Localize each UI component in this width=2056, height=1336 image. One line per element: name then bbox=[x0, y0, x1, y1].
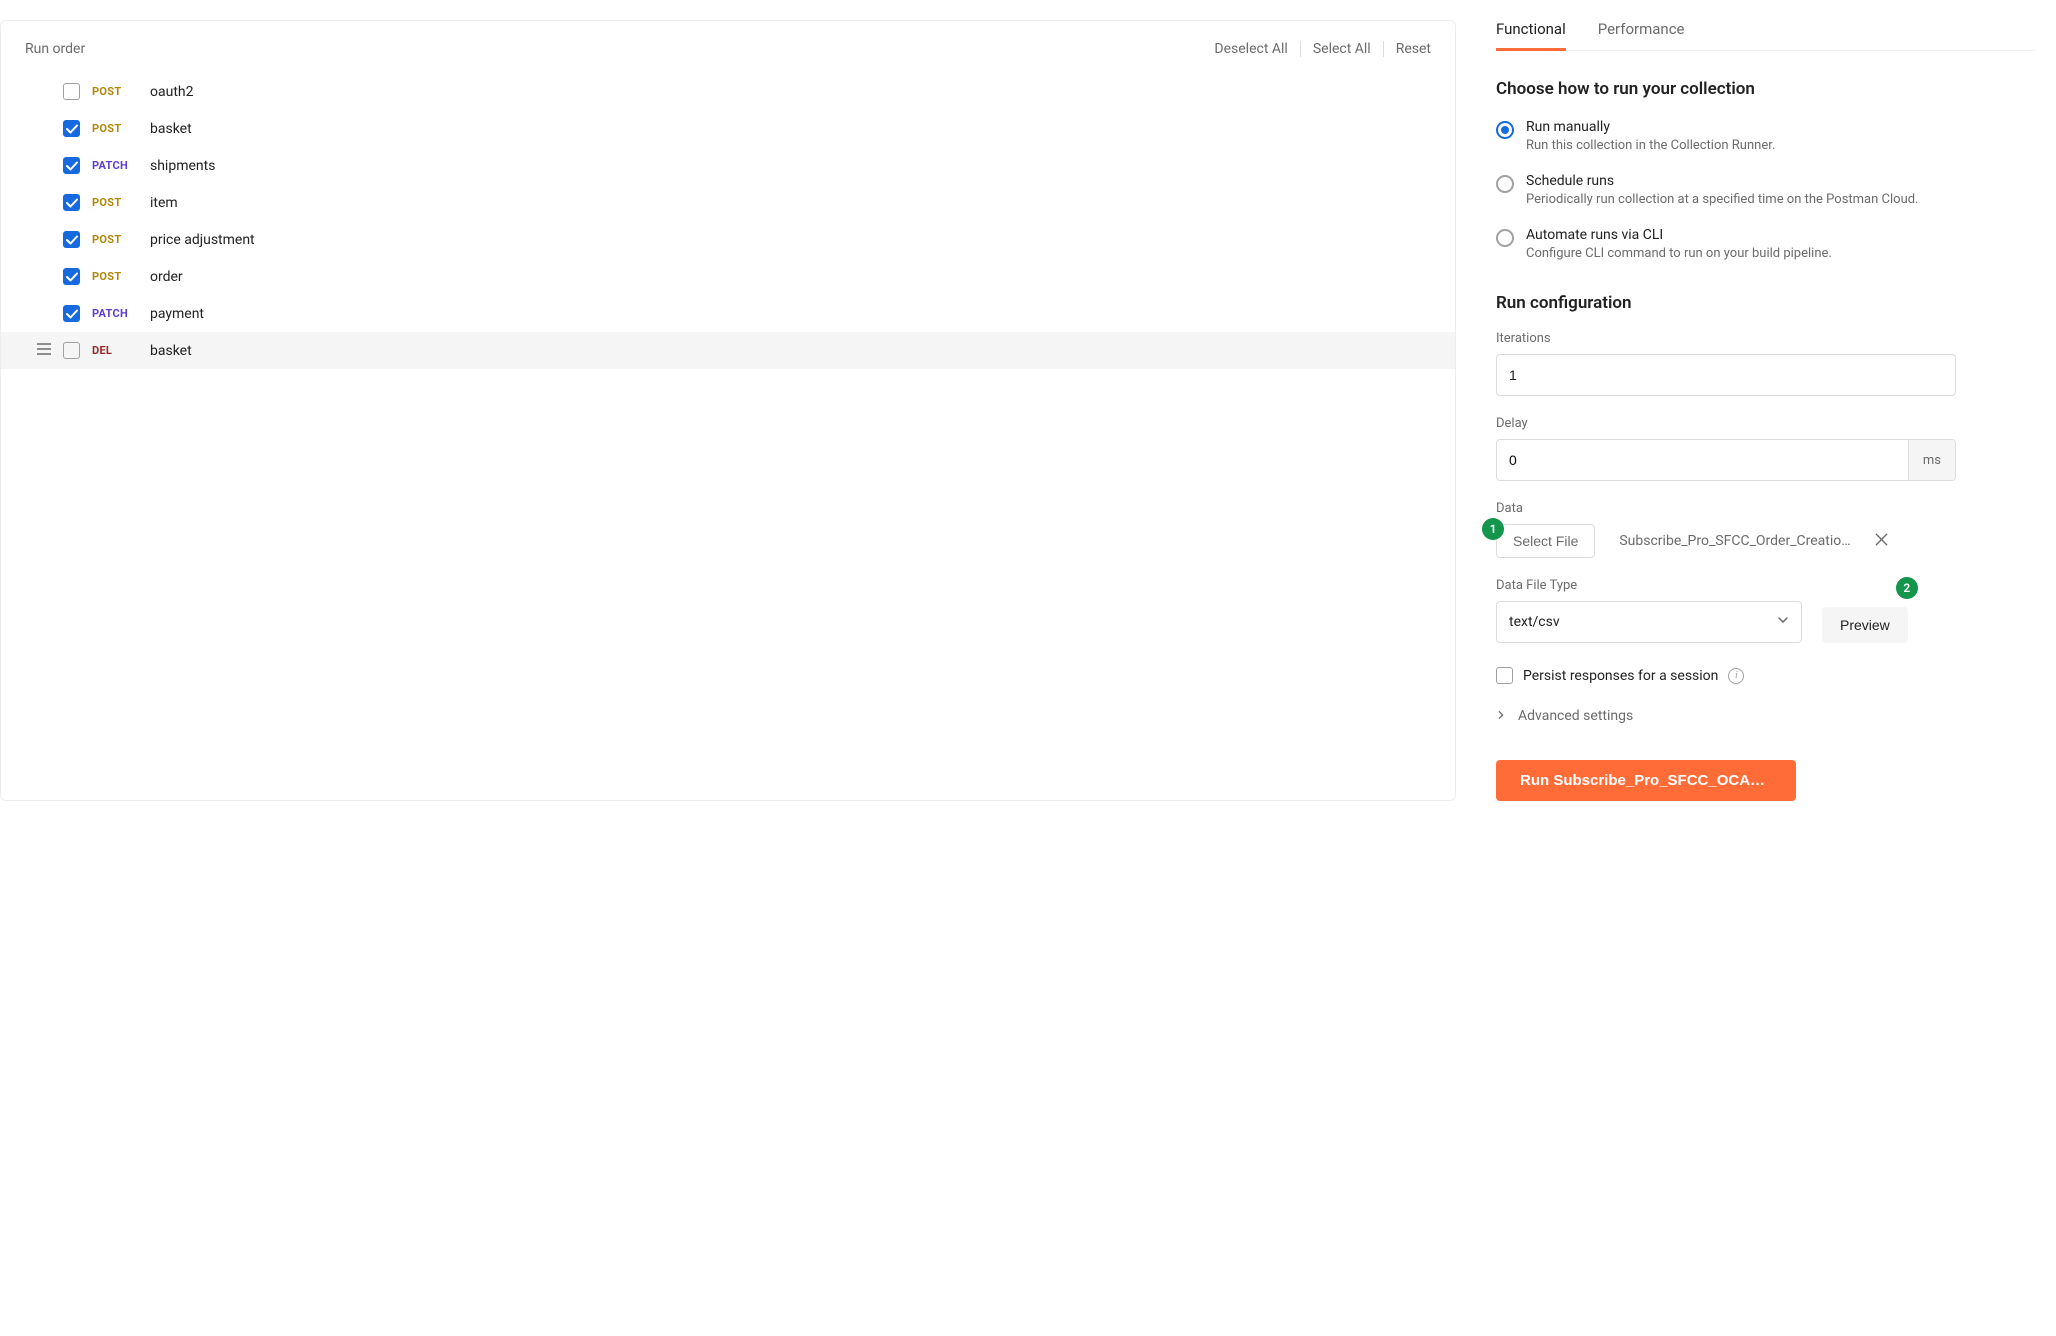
request-name: order bbox=[150, 269, 183, 285]
selected-file-name: Subscribe_Pro_SFCC_Order_Creatio… bbox=[1619, 533, 1850, 549]
run-option-desc: Periodically run collection at a specifi… bbox=[1526, 192, 1919, 207]
drag-handle-icon[interactable] bbox=[37, 343, 51, 358]
tab-functional[interactable]: Functional bbox=[1496, 20, 1566, 51]
delay-label: Delay bbox=[1496, 416, 2036, 431]
request-name: oauth2 bbox=[150, 84, 193, 100]
run-collection-button[interactable]: Run Subscribe_Pro_SFCC_OCAP… bbox=[1496, 760, 1796, 801]
request-row[interactable]: POST price adjustment bbox=[1, 221, 1455, 258]
run-order-title: Run order bbox=[25, 41, 85, 57]
request-checkbox[interactable] bbox=[63, 342, 80, 359]
run-option[interactable]: Schedule runs Periodically run collection… bbox=[1496, 173, 2036, 207]
advanced-settings-toggle[interactable]: Advanced settings bbox=[1496, 708, 2036, 724]
method-badge: POST bbox=[92, 196, 138, 209]
request-checkbox[interactable] bbox=[63, 194, 80, 211]
persist-checkbox[interactable] bbox=[1496, 667, 1513, 684]
delay-input[interactable] bbox=[1497, 440, 1908, 480]
method-badge: POST bbox=[92, 85, 138, 98]
iterations-input[interactable] bbox=[1496, 354, 1956, 396]
request-row[interactable]: POST order bbox=[1, 258, 1455, 295]
step-badge-1: 1 bbox=[1482, 518, 1504, 540]
delay-unit: ms bbox=[1908, 440, 1955, 480]
request-checkbox[interactable] bbox=[63, 268, 80, 285]
run-config-title: Run configuration bbox=[1496, 293, 2036, 313]
preview-button[interactable]: Preview bbox=[1822, 607, 1908, 643]
run-option-desc: Run this collection in the Collection Ru… bbox=[1526, 138, 1775, 153]
method-badge: PATCH bbox=[92, 159, 138, 172]
choose-run-title: Choose how to run your collection bbox=[1496, 79, 2036, 99]
method-badge: POST bbox=[92, 270, 138, 283]
run-option-label: Automate runs via CLI bbox=[1526, 227, 1832, 243]
method-badge: POST bbox=[92, 233, 138, 246]
request-checkbox[interactable] bbox=[63, 157, 80, 174]
run-config-panel: Functional Performance Choose how to run… bbox=[1496, 20, 2056, 801]
request-name: basket bbox=[150, 121, 192, 137]
advanced-settings-label: Advanced settings bbox=[1518, 708, 1633, 724]
run-option[interactable]: Run manually Run this collection in the C… bbox=[1496, 119, 2036, 153]
method-badge: POST bbox=[92, 122, 138, 135]
request-name: price adjustment bbox=[150, 232, 255, 248]
request-checkbox[interactable] bbox=[63, 231, 80, 248]
request-row[interactable]: PATCH shipments bbox=[1, 147, 1455, 184]
data-label: Data bbox=[1496, 501, 2036, 516]
run-option-radio[interactable] bbox=[1496, 229, 1514, 247]
run-option-label: Schedule runs bbox=[1526, 173, 1919, 189]
chevron-down-icon bbox=[1777, 614, 1789, 630]
request-row[interactable]: POST item bbox=[1, 184, 1455, 221]
deselect-all-button[interactable]: Deselect All bbox=[1202, 41, 1300, 57]
run-option-radio[interactable] bbox=[1496, 175, 1514, 193]
run-option-desc: Configure CLI command to run on your bui… bbox=[1526, 246, 1832, 261]
request-name: basket bbox=[150, 343, 192, 359]
iterations-label: Iterations bbox=[1496, 331, 2036, 346]
request-checkbox[interactable] bbox=[63, 83, 80, 100]
request-name: payment bbox=[150, 306, 204, 322]
run-order-panel: Run order Deselect All Select All Reset … bbox=[0, 20, 1456, 801]
file-type-label: Data File Type bbox=[1496, 578, 2036, 593]
info-icon[interactable]: i bbox=[1728, 668, 1744, 684]
request-row[interactable]: POST basket bbox=[1, 110, 1455, 147]
clear-file-icon[interactable] bbox=[1875, 533, 1888, 549]
run-option-radio[interactable] bbox=[1496, 121, 1514, 139]
request-name: item bbox=[150, 195, 178, 211]
persist-label: Persist responses for a session bbox=[1523, 668, 1718, 684]
select-file-button[interactable]: Select File bbox=[1496, 524, 1595, 558]
select-all-button[interactable]: Select All bbox=[1301, 41, 1384, 57]
request-name: shipments bbox=[150, 158, 215, 174]
file-type-value: text/csv bbox=[1509, 614, 1560, 630]
step-badge-2: 2 bbox=[1896, 577, 1918, 599]
run-option-label: Run manually bbox=[1526, 119, 1775, 135]
request-row[interactable]: DEL basket bbox=[1, 332, 1455, 369]
reset-button[interactable]: Reset bbox=[1384, 41, 1431, 57]
file-type-select[interactable]: text/csv bbox=[1496, 601, 1802, 643]
request-checkbox[interactable] bbox=[63, 305, 80, 322]
run-option[interactable]: Automate runs via CLI Configure CLI comma… bbox=[1496, 227, 2036, 261]
chevron-right-icon bbox=[1496, 708, 1506, 724]
tab-performance[interactable]: Performance bbox=[1598, 20, 1685, 50]
request-row[interactable]: POST oauth2 bbox=[1, 73, 1455, 110]
method-badge: PATCH bbox=[92, 307, 138, 320]
request-row[interactable]: PATCH payment bbox=[1, 295, 1455, 332]
request-checkbox[interactable] bbox=[63, 120, 80, 137]
method-badge: DEL bbox=[92, 344, 138, 357]
